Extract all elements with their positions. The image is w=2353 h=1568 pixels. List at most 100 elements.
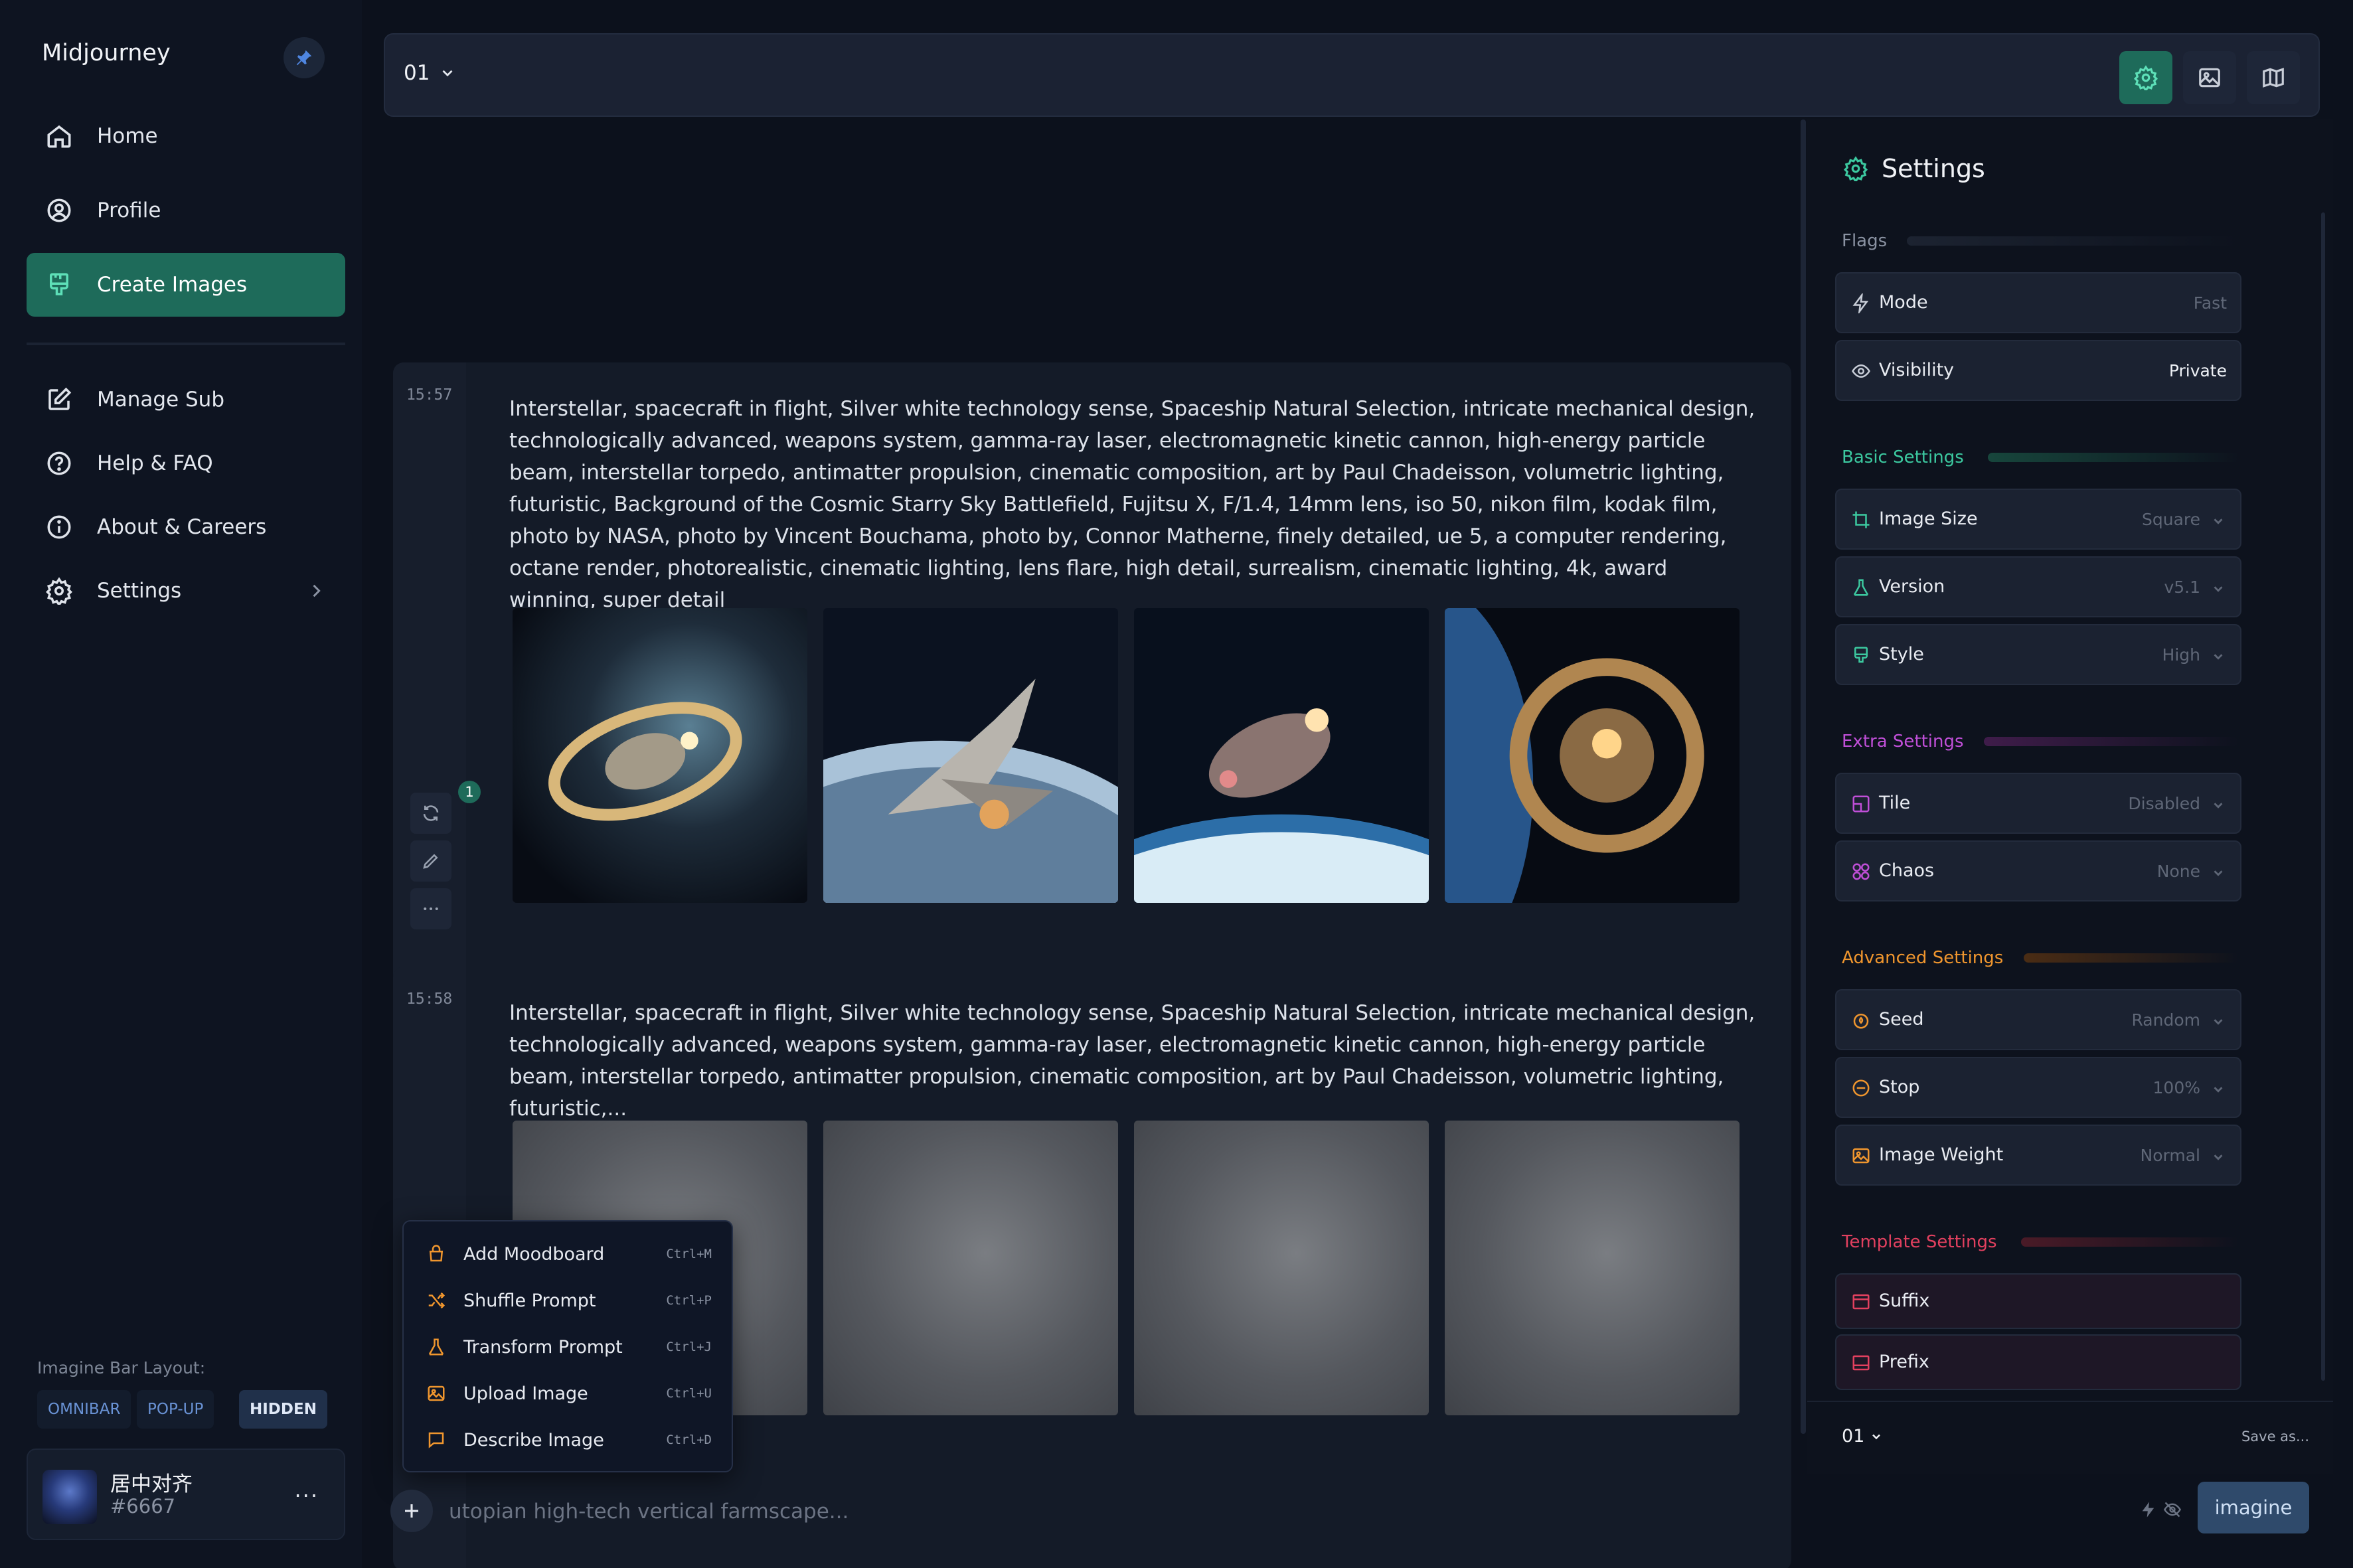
sidebar-divider bbox=[27, 343, 345, 345]
chevron-down-icon bbox=[2211, 1082, 2226, 1097]
setting-seed[interactable]: Seed Random bbox=[1835, 989, 2241, 1050]
map-toggle-button[interactable] bbox=[2247, 51, 2300, 104]
seed-icon bbox=[1851, 1010, 1871, 1030]
job-image-1[interactable] bbox=[513, 608, 807, 903]
setting-label: Stop bbox=[1879, 1077, 1920, 1097]
job-image-loading-2 bbox=[823, 1121, 1118, 1415]
setting-label: Image Weight bbox=[1879, 1144, 2004, 1165]
eye-off-icon[interactable] bbox=[2163, 1500, 2182, 1519]
prompt-input[interactable] bbox=[449, 1491, 2109, 1532]
setting-mode[interactable]: Mode Fast bbox=[1835, 272, 2241, 333]
user-name: 居中对齐 bbox=[110, 1472, 193, 1496]
setting-image-size[interactable]: Image Size Square bbox=[1835, 489, 2241, 550]
menu-item-shortcut: Ctrl+D bbox=[666, 1433, 712, 1447]
more-options-button[interactable] bbox=[410, 888, 451, 929]
tab-selector[interactable]: 01 bbox=[404, 61, 456, 85]
setting-label: Version bbox=[1879, 576, 1945, 597]
section-divider bbox=[2021, 1237, 2239, 1247]
tile-icon bbox=[1851, 794, 1871, 814]
chevron-down-icon bbox=[2211, 1150, 2226, 1164]
edit-prompt-button[interactable] bbox=[410, 840, 451, 882]
setting-value: Normal bbox=[2140, 1146, 2200, 1165]
menu-item-transform-prompt[interactable]: Transform Prompt Ctrl+J bbox=[404, 1324, 732, 1370]
setting-label: Visibility bbox=[1879, 360, 1955, 380]
feed-scrollbar[interactable] bbox=[1801, 119, 1806, 1434]
more-icon[interactable]: ··· bbox=[294, 1483, 319, 1508]
eye-icon bbox=[1851, 361, 1871, 381]
brush-icon bbox=[1851, 645, 1871, 665]
lightning-icon[interactable] bbox=[2139, 1500, 2158, 1519]
job-gutter bbox=[393, 362, 466, 1063]
sidebar-item-manage-sub[interactable]: Manage Sub bbox=[27, 368, 345, 431]
setting-label: Prefix bbox=[1879, 1352, 1929, 1372]
setting-prefix[interactable]: Prefix bbox=[1835, 1334, 2241, 1390]
menu-item-describe-image[interactable]: Describe Image Ctrl+D bbox=[404, 1417, 732, 1463]
job-time: 15:57 bbox=[406, 386, 453, 404]
pin-button[interactable] bbox=[284, 37, 325, 78]
setting-tile[interactable]: Tile Disabled bbox=[1835, 773, 2241, 834]
job-image-4[interactable] bbox=[1445, 608, 1740, 903]
user-card[interactable]: 居中对齐 #6667 ··· bbox=[27, 1449, 345, 1540]
sidebar-item-help[interactable]: Help & FAQ bbox=[27, 431, 345, 495]
crop-icon bbox=[1851, 510, 1871, 530]
menu-item-add-moodboard[interactable]: Add Moodboard Ctrl+M bbox=[404, 1231, 732, 1277]
job-prompt[interactable]: Interstellar, spacecraft in flight, Silv… bbox=[509, 393, 1757, 616]
setting-value: Disabled bbox=[2128, 794, 2200, 813]
job-prompt[interactable]: Interstellar, spacecraft in flight, Silv… bbox=[509, 997, 1757, 1125]
gallery-toggle-button[interactable] bbox=[2183, 51, 2236, 104]
settings-scrollbar[interactable] bbox=[2321, 212, 2325, 1381]
setting-version[interactable]: Version v5.1 bbox=[1835, 556, 2241, 617]
preset-selector[interactable]: 01 bbox=[1842, 1426, 1883, 1447]
help-icon bbox=[45, 449, 73, 477]
sidebar-item-settings[interactable]: Settings bbox=[27, 559, 345, 623]
job-image-2[interactable] bbox=[823, 608, 1118, 903]
add-button[interactable] bbox=[390, 1490, 433, 1532]
shuffle-icon bbox=[426, 1291, 446, 1310]
job-time: 15:58 bbox=[406, 990, 453, 1008]
menu-item-label: Transform Prompt bbox=[463, 1336, 623, 1358]
menu-item-shortcut: Ctrl+P bbox=[666, 1293, 712, 1308]
top-bar: 01 bbox=[384, 33, 2320, 117]
menu-item-label: Add Moodboard bbox=[463, 1243, 605, 1265]
add-menu: Add Moodboard Ctrl+M Shuffle Prompt Ctrl… bbox=[402, 1220, 733, 1472]
setting-style[interactable]: Style High bbox=[1835, 624, 2241, 685]
settings-toggle-button[interactable] bbox=[2119, 51, 2172, 104]
setting-suffix[interactable]: Suffix bbox=[1835, 1273, 2241, 1329]
sidebar-item-about[interactable]: About & Careers bbox=[27, 495, 345, 559]
section-divider bbox=[2024, 953, 2239, 963]
job-image-3[interactable] bbox=[1134, 608, 1429, 903]
sidebar-item-home[interactable]: Home bbox=[27, 104, 345, 168]
gear-icon bbox=[45, 577, 73, 605]
setting-label: Image Size bbox=[1879, 509, 1978, 529]
gear-icon bbox=[1843, 156, 1868, 181]
sidebar-item-create-images[interactable]: Create Images bbox=[27, 253, 345, 317]
sidebar-item-profile[interactable]: Profile bbox=[27, 179, 345, 242]
menu-item-label: Shuffle Prompt bbox=[463, 1290, 596, 1311]
save-as-button[interactable]: Save as... bbox=[2241, 1429, 2309, 1445]
setting-label: Suffix bbox=[1879, 1291, 1930, 1311]
reroll-button[interactable]: 1 bbox=[410, 781, 481, 834]
setting-image-weight[interactable]: Image Weight Normal bbox=[1835, 1125, 2241, 1186]
setting-label: Seed bbox=[1879, 1009, 1924, 1030]
preset-label: 01 bbox=[1842, 1426, 1865, 1447]
settings-panel: Settings Flags Mode Fast Visibility Priv… bbox=[1807, 119, 2333, 1474]
job-image-loading-3 bbox=[1134, 1121, 1429, 1415]
layout-popup-button[interactable]: POP-UP bbox=[137, 1390, 214, 1429]
menu-item-upload-image[interactable]: Upload Image Ctrl+U bbox=[404, 1370, 732, 1417]
menu-item-shuffle-prompt[interactable]: Shuffle Prompt Ctrl+P bbox=[404, 1277, 732, 1324]
brand-logo[interactable]: Midjourney bbox=[42, 40, 171, 66]
sidebar-item-label: About & Careers bbox=[97, 515, 267, 539]
imagine-button[interactable]: imagine bbox=[2198, 1482, 2309, 1533]
job-image-loading-4 bbox=[1445, 1121, 1740, 1415]
chevron-down-icon bbox=[2211, 514, 2226, 528]
setting-chaos[interactable]: Chaos None bbox=[1835, 840, 2241, 902]
setting-label: Style bbox=[1879, 644, 1924, 665]
layout-hidden-button[interactable]: HIDDEN bbox=[239, 1390, 327, 1429]
layout-omnibar-button[interactable]: OMNIBAR bbox=[37, 1390, 131, 1429]
section-basic: Basic Settings bbox=[1842, 447, 1964, 467]
setting-visibility[interactable]: Visibility Private bbox=[1835, 340, 2241, 401]
setting-stop[interactable]: Stop 100% bbox=[1835, 1057, 2241, 1118]
section-divider bbox=[1988, 453, 2240, 462]
chevron-down-icon bbox=[439, 64, 456, 82]
settings-title: Settings bbox=[1843, 154, 1985, 183]
